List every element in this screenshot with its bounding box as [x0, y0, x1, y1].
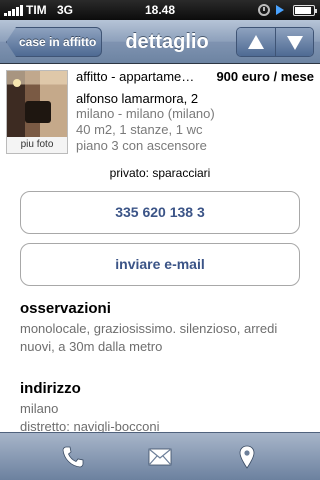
previous-button[interactable] — [237, 28, 275, 56]
battery-icon — [293, 5, 317, 16]
mail-icon — [148, 448, 172, 466]
listing-street: alfonso lamarmora, 2 — [76, 91, 199, 106]
tab-bar — [0, 432, 320, 480]
listing-type: affitto - appartamento — [76, 69, 196, 84]
address-text: milano distretto: navigli-bocconi — [20, 400, 300, 432]
phone-icon — [62, 446, 84, 468]
map-pin-icon — [239, 445, 255, 469]
more-photos-label[interactable]: piu foto — [7, 137, 67, 153]
listing-city: milano - milano (milano) — [76, 106, 215, 121]
back-button[interactable]: case in affitto — [6, 27, 102, 57]
listing-price: 900 euro / mese — [216, 69, 314, 84]
mail-tab[interactable] — [140, 433, 180, 480]
seller-label: privato: sparacciari — [109, 166, 211, 180]
listing-photo[interactable]: piu foto — [6, 70, 68, 154]
status-time: 18.48 — [144, 3, 176, 17]
address-city: milano — [20, 401, 59, 416]
detail-content[interactable]: piu foto affitto - appartamento 900 euro… — [0, 65, 320, 432]
observations-text: monolocale, graziosissimo. silenzioso, a… — [20, 321, 278, 354]
navigation-bar: case in affitto dettaglio — [0, 20, 320, 64]
call-tab[interactable] — [53, 433, 93, 480]
email-button[interactable]: inviare e-mail — [20, 243, 300, 286]
next-button[interactable] — [274, 28, 313, 56]
listing-info: affitto - appartamento 900 euro / mese a… — [76, 69, 314, 154]
listing-size: 40 m2, 1 stanze, 1 wc — [76, 122, 203, 137]
address-title: indirizzo — [20, 380, 81, 397]
page-title: dettaglio — [125, 31, 209, 53]
play-icon — [276, 5, 284, 15]
prev-next-segmented-control — [236, 27, 314, 57]
rotation-lock-icon — [258, 4, 270, 16]
call-button[interactable]: 335 620 138 3 — [20, 191, 300, 234]
listing-floor: piano 3 con ascensore — [76, 138, 207, 153]
arrow-up-icon — [248, 35, 264, 49]
observations-title: osservazioni — [20, 300, 111, 317]
address-district: distretto: navigli-bocconi — [20, 419, 160, 432]
map-tab[interactable] — [227, 433, 267, 480]
arrow-down-icon — [286, 36, 303, 50]
status-bar: TIM 3G 18.48 — [0, 0, 320, 20]
apartment-photo — [7, 71, 67, 139]
